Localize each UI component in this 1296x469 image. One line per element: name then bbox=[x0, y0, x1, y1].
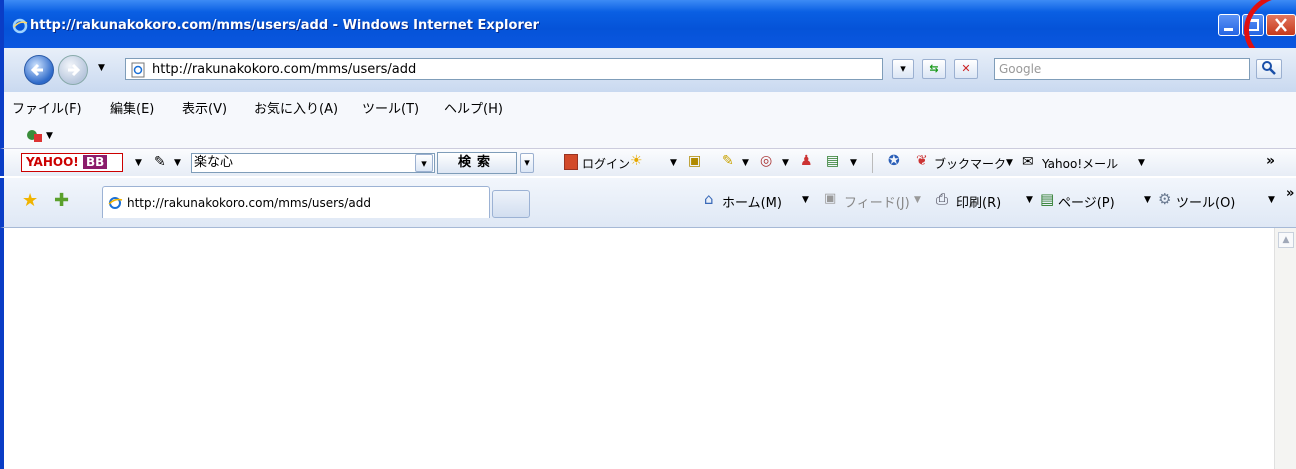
address-bar[interactable]: http://rakunakokoro.com/mms/users/add bbox=[125, 58, 883, 80]
home-icon: ⌂ bbox=[704, 190, 714, 208]
new-tab-button[interactable] bbox=[492, 190, 530, 218]
search-button[interactable] bbox=[1256, 59, 1282, 79]
add-favorite-icon[interactable]: ✚ bbox=[54, 190, 69, 211]
menu-view[interactable]: 表示(V) bbox=[182, 98, 227, 117]
highlighter-dropdown-icon[interactable]: ▼ bbox=[174, 158, 181, 168]
chevron-down-icon: ▾ bbox=[524, 156, 530, 169]
page-menu-icon: ▤ bbox=[1040, 190, 1055, 208]
chevron-up-icon: ▲ bbox=[1282, 235, 1290, 245]
page-tools-dropdown-icon[interactable]: ▼ bbox=[850, 158, 857, 168]
stop-button[interactable]: ✕ bbox=[954, 59, 978, 79]
address-text: http://rakunakokoro.com/mms/users/add bbox=[152, 62, 417, 77]
person-icon[interactable]: ♟ bbox=[800, 153, 813, 169]
highlighter-icon[interactable]: ✎ bbox=[154, 154, 166, 170]
navigation-bar: ▼ http://rakunakokoro.com/mms/users/add … bbox=[0, 48, 1296, 92]
forward-button[interactable] bbox=[58, 55, 88, 85]
print-button[interactable]: 印刷(R) bbox=[956, 192, 1001, 211]
search-options-dropdown[interactable]: ▾ bbox=[520, 153, 534, 173]
menu-file[interactable]: ファイル(F) bbox=[12, 98, 82, 117]
yahoo-toolbar: YAHOO! BB ▼ ✎ ▼ 楽な心 ▾ 検索 ▾ ログイン ☀ ▼ ▣ ✎ … bbox=[0, 148, 1296, 176]
forward-arrow-icon bbox=[68, 63, 81, 77]
extra-toolbar: ▼ bbox=[0, 120, 1296, 150]
vertical-scrollbar[interactable]: ▲ bbox=[1274, 228, 1296, 469]
weather-icon[interactable]: ☀ bbox=[630, 153, 643, 169]
page-tools-icon[interactable]: ▤ bbox=[826, 153, 839, 169]
toolbar-addon-icon[interactable] bbox=[26, 128, 44, 144]
tools-menu-button[interactable]: ツール(O) bbox=[1176, 192, 1235, 211]
tab-bar: ★ ✚ http://rakunakokoro.com/mms/users/ad… bbox=[0, 178, 1296, 228]
tab-active[interactable]: http://rakunakokoro.com/mms/users/add bbox=[102, 186, 490, 218]
minimize-icon bbox=[1224, 28, 1233, 31]
menu-bar: ファイル(F) 編集(E) 表示(V) お気に入り(A) ツール(T) ヘルプ(… bbox=[0, 92, 1296, 120]
login-link[interactable]: ログイン bbox=[582, 155, 630, 172]
login-icon bbox=[564, 154, 578, 170]
home-button[interactable]: ホーム(M) bbox=[722, 192, 782, 211]
address-dropdown-button[interactable]: ▾ bbox=[892, 59, 914, 79]
options-icon[interactable]: ✪ bbox=[888, 153, 900, 169]
yahoo-mail-link[interactable]: Yahoo!メール bbox=[1042, 155, 1118, 172]
menu-help[interactable]: ヘルプ(H) bbox=[444, 98, 503, 117]
bookmark-icon: ❦ bbox=[916, 153, 928, 169]
weather-dropdown-icon[interactable]: ▼ bbox=[670, 158, 677, 168]
mail-icon: ✉ bbox=[1022, 154, 1034, 170]
home-dropdown-icon[interactable]: ▼ bbox=[802, 195, 809, 205]
feed-dropdown-icon[interactable]: ▼ bbox=[914, 195, 921, 205]
favorites-star-icon[interactable]: ★ bbox=[22, 190, 38, 211]
tools-gear-icon: ⚙ bbox=[1158, 190, 1172, 208]
yahoo-search-input[interactable]: 楽な心 bbox=[191, 153, 435, 173]
back-arrow-icon bbox=[30, 63, 43, 77]
ie-logo-icon bbox=[12, 18, 28, 34]
print-dropdown-icon[interactable]: ▼ bbox=[1026, 195, 1033, 205]
search-input[interactable]: Google bbox=[994, 58, 1250, 80]
bookmark-link[interactable]: ブックマーク bbox=[934, 155, 1006, 172]
zoom-icon[interactable]: ◎ bbox=[760, 153, 772, 169]
scroll-up-button[interactable]: ▲ bbox=[1278, 232, 1294, 248]
refresh-icon: ⇆ bbox=[929, 62, 939, 75]
commandbar-overflow-icon[interactable]: » bbox=[1286, 186, 1294, 201]
title-bar[interactable]: http://rakunakokoro.com/mms/users/add - … bbox=[0, 0, 1296, 48]
bb-logo-text: BB bbox=[82, 155, 108, 169]
yahoo-menu-dropdown-icon[interactable]: ▼ bbox=[135, 158, 142, 168]
zoom-dropdown-icon[interactable]: ▼ bbox=[782, 158, 789, 168]
feed-icon: ▣ bbox=[824, 191, 837, 206]
pencil-icon[interactable]: ✎ bbox=[722, 153, 734, 169]
print-icon: ⎙ bbox=[936, 190, 949, 208]
notes-icon[interactable]: ▣ bbox=[688, 153, 701, 169]
stop-icon: ✕ bbox=[961, 62, 971, 75]
chevron-down-icon: ▾ bbox=[900, 62, 906, 75]
mail-dropdown-icon[interactable]: ▼ bbox=[1138, 158, 1145, 168]
pencil-dropdown-icon[interactable]: ▼ bbox=[742, 158, 749, 168]
refresh-button[interactable]: ⇆ bbox=[922, 59, 946, 79]
page-dropdown-icon[interactable]: ▼ bbox=[1144, 195, 1151, 205]
yahoo-bb-logo[interactable]: YAHOO! BB bbox=[21, 153, 123, 172]
search-placeholder: Google bbox=[999, 62, 1042, 76]
ie-window: http://rakunakokoro.com/mms/users/add - … bbox=[0, 0, 1296, 469]
yahoo-search-dropdown-button[interactable]: ▾ bbox=[415, 154, 433, 172]
history-dropdown-icon[interactable]: ▼ bbox=[98, 63, 105, 73]
yahoo-logo-text: YAHOO! bbox=[26, 155, 79, 169]
tools-dropdown-icon[interactable]: ▼ bbox=[1268, 195, 1275, 205]
search-icon bbox=[1262, 61, 1276, 75]
window-title: http://rakunakokoro.com/mms/users/add - … bbox=[30, 18, 540, 33]
tab-label: http://rakunakokoro.com/mms/users/add bbox=[127, 196, 371, 210]
toolbar-divider bbox=[872, 153, 873, 173]
menu-edit[interactable]: 編集(E) bbox=[110, 98, 154, 117]
back-button[interactable] bbox=[24, 55, 54, 85]
toolbar-overflow-icon[interactable]: » bbox=[1266, 153, 1275, 169]
menu-favorites[interactable]: お気に入り(A) bbox=[254, 98, 338, 117]
chevron-down-icon: ▾ bbox=[421, 157, 427, 170]
menu-tools[interactable]: ツール(T) bbox=[362, 98, 419, 117]
page-menu-button[interactable]: ページ(P) bbox=[1058, 192, 1115, 211]
page-icon bbox=[108, 197, 123, 209]
feed-button[interactable]: フィード(J) bbox=[844, 192, 910, 211]
minimize-button[interactable] bbox=[1218, 14, 1240, 36]
addon-dropdown-icon[interactable]: ▼ bbox=[46, 131, 53, 141]
yahoo-search-button[interactable]: 検索 bbox=[437, 152, 517, 174]
page-content bbox=[0, 228, 1296, 469]
bookmark-dropdown-icon[interactable]: ▼ bbox=[1006, 158, 1013, 168]
page-icon bbox=[131, 62, 145, 78]
